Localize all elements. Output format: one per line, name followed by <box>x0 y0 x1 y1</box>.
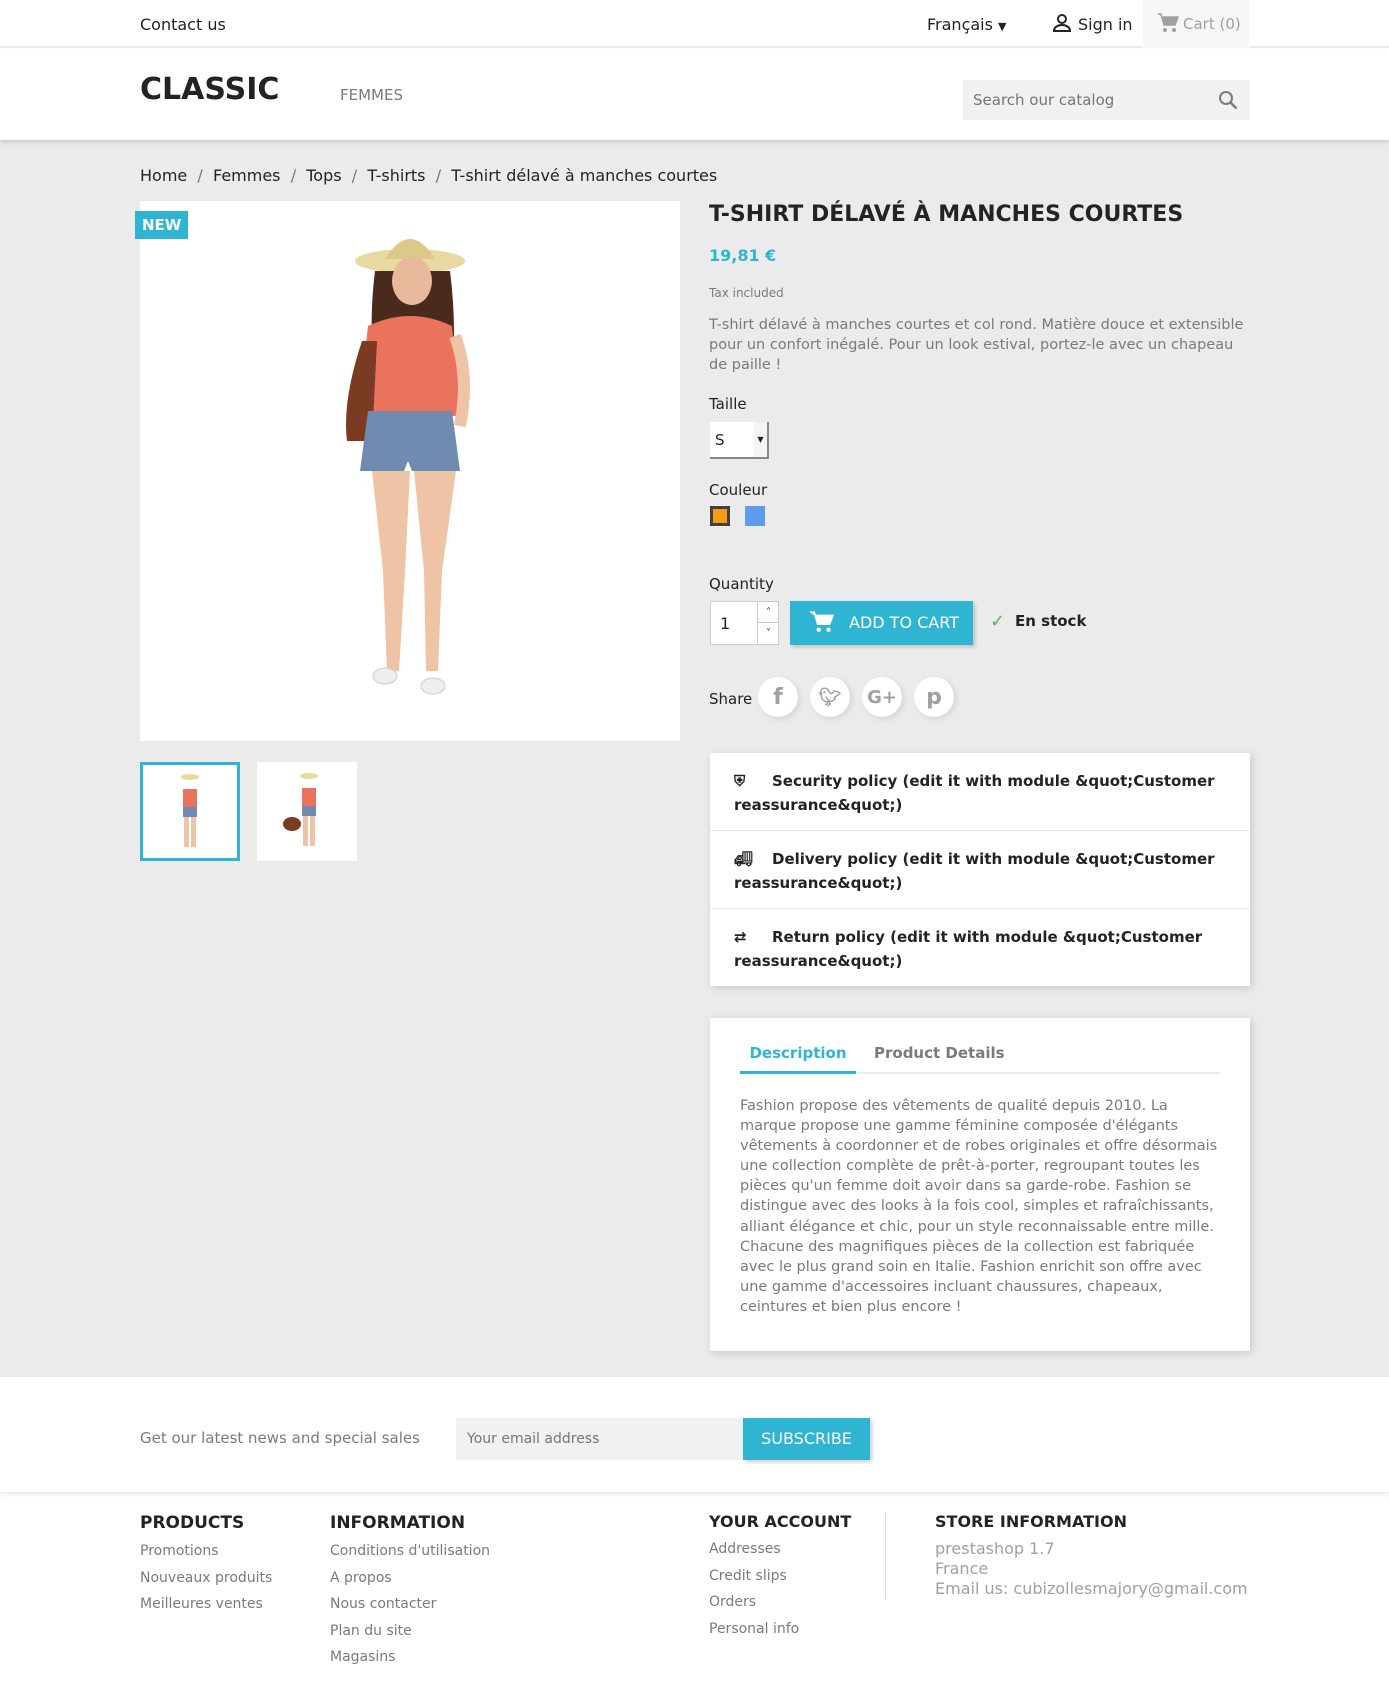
share-label: Share <box>709 690 753 708</box>
facebook-icon: f <box>773 684 783 710</box>
contact-us-link[interactable]: Contact us <box>140 15 226 34</box>
footer-link[interactable]: Personal info <box>709 1621 799 1637</box>
store-country: France <box>935 1559 989 1578</box>
thumbnail-2[interactable] <box>257 762 357 861</box>
user-icon <box>1052 13 1072 37</box>
footer-link[interactable]: Nous contacter <box>330 1596 436 1612</box>
footer-link[interactable]: Conditions d'utilisation <box>330 1543 490 1559</box>
color-swatch-orange[interactable] <box>710 506 730 526</box>
header: CLASSIC FEMMES <box>0 50 1389 140</box>
cart-icon <box>1157 13 1180 37</box>
product-title: T-SHIRT DÉLAVÉ À MANCHES COURTES <box>709 202 1184 227</box>
store-name: prestashop 1.7 <box>935 1539 1055 1558</box>
product-short-description: T-shirt délavé à manches courtes et col … <box>709 317 1244 373</box>
menu-item-femmes[interactable]: FEMMES <box>340 86 403 104</box>
subscribe-button[interactable]: SUBSCRIBE <box>743 1418 870 1460</box>
google-plus-icon: G+ <box>867 686 897 708</box>
footer-link[interactable]: Nouveaux produits <box>140 1570 272 1586</box>
newsletter-block: Get our latest news and special sales SU… <box>0 1377 1389 1493</box>
return-policy: ⇄ Return policy (edit it with module &quo… <box>710 909 1250 987</box>
breadcrumb: Home / Femmes / Tops / T-shirts / T-shir… <box>140 166 718 185</box>
quantity-label: Quantity <box>709 575 774 593</box>
thumbnail-photo <box>181 774 199 847</box>
breadcrumb-tops[interactable]: Tops <box>306 166 341 185</box>
email-input[interactable] <box>456 1418 744 1460</box>
language-label: Français <box>927 15 993 34</box>
footer-link[interactable]: Plan du site <box>330 1623 412 1639</box>
newsletter-text: Get our latest news and special sales <box>140 1429 420 1447</box>
quantity-input[interactable]: 1 <box>720 614 730 633</box>
quantity-stepper[interactable]: 1 ˄ ˅ <box>710 601 779 645</box>
delivery-policy: 🚚︎ Delivery policy (edit it with module &… <box>710 831 1250 909</box>
twitter-icon: 🐦︎ <box>818 686 842 708</box>
new-badge: NEW <box>135 211 189 239</box>
google-plus-share-button[interactable]: G+ <box>862 677 902 717</box>
sign-in-link[interactable]: Sign in <box>1078 15 1133 34</box>
language-selector[interactable]: Français ▼ <box>927 15 1007 34</box>
footer-link[interactable]: A propos <box>330 1570 392 1586</box>
footer-link[interactable]: Magasins <box>330 1649 395 1665</box>
tab-description[interactable]: Description <box>740 1044 856 1074</box>
footer-link[interactable]: Addresses <box>709 1541 781 1557</box>
cart-icon <box>808 611 835 637</box>
store-email[interactable]: Email us: cubizollesmajory@gmail.com <box>935 1579 1248 1598</box>
breadcrumb-home[interactable]: Home <box>140 166 187 185</box>
check-icon: ✓ <box>990 611 1006 632</box>
truck-icon: 🚚︎ <box>734 850 754 868</box>
facebook-share-button[interactable]: f <box>758 677 798 717</box>
divider <box>885 1513 886 1599</box>
tab-product-details[interactable]: Product Details <box>874 1044 1005 1074</box>
security-policy: ⛨ Security policy (edit it with module &q… <box>710 753 1250 831</box>
footer-products-title: PRODUCTS <box>140 1513 245 1533</box>
add-to-cart-button[interactable]: ADD TO CART <box>790 601 973 645</box>
caret-down-icon: ▼ <box>998 20 1007 33</box>
stock-status: En stock <box>1015 612 1087 630</box>
color-swatch-blue[interactable] <box>745 506 765 526</box>
twitter-share-button[interactable]: 🐦︎ <box>810 677 850 717</box>
breadcrumb-femmes[interactable]: Femmes <box>213 166 281 185</box>
color-label: Couleur <box>709 481 768 499</box>
return-policy-text: Return policy (edit it with module &quot… <box>734 928 1203 970</box>
breadcrumb-current: T-shirt délavé à manches courtes <box>451 166 718 185</box>
footer-link[interactable]: Orders <box>709 1594 756 1610</box>
caret-down-icon: ▼ <box>754 422 767 457</box>
pinterest-icon: p <box>926 684 942 710</box>
delivery-policy-text: Delivery policy (edit it with module &qu… <box>734 850 1215 892</box>
search-icon[interactable] <box>1218 90 1238 114</box>
footer-link[interactable]: Credit slips <box>709 1568 787 1584</box>
reassurance-block: ⛨ Security policy (edit it with module &q… <box>710 753 1250 986</box>
logo[interactable]: CLASSIC <box>140 72 279 107</box>
increment-button[interactable]: ˄ <box>757 602 779 623</box>
product-price: 19,81 € <box>709 246 777 265</box>
size-value: S <box>715 431 725 449</box>
search-input[interactable] <box>963 80 1203 120</box>
search-box[interactable] <box>963 80 1250 120</box>
decrement-button[interactable]: ˅ <box>757 623 779 644</box>
footer-link[interactable]: Promotions <box>140 1543 219 1559</box>
product-photo <box>346 239 470 695</box>
product-cover-image[interactable]: NEW <box>135 201 680 741</box>
thumbnail-photo <box>283 773 318 846</box>
shield-icon: ⛨ <box>734 772 746 790</box>
main-content: Home / Femmes / Tops / T-shirts / T-shir… <box>0 140 1389 1377</box>
security-policy-text: Security policy (edit it with module &qu… <box>734 772 1215 814</box>
size-select[interactable]: S ▼ <box>710 422 769 459</box>
description-text: Fashion propose des vêtements de qualité… <box>740 1098 1218 1315</box>
top-nav-bar: Contact us Français ▼ Sign in Cart (0) <box>0 0 1389 48</box>
footer-link[interactable]: Meilleures ventes <box>140 1596 263 1612</box>
breadcrumb-tshirts[interactable]: T-shirts <box>367 166 425 185</box>
cart-label: Cart (0) <box>1183 15 1241 33</box>
size-label: Taille <box>709 395 747 413</box>
cart-button[interactable]: Cart (0) <box>1143 0 1249 48</box>
tax-label: Tax included <box>709 286 784 300</box>
product-tabs: Description Product Details Fashion prop… <box>710 1018 1250 1351</box>
add-to-cart-label: ADD TO CART <box>849 613 959 632</box>
footer-store-title: STORE INFORMATION <box>935 1512 1127 1531</box>
thumbnail-1[interactable] <box>140 762 240 861</box>
footer-information-title: INFORMATION <box>330 1513 466 1533</box>
pinterest-share-button[interactable]: p <box>914 677 954 717</box>
swap-arrows-icon: ⇄ <box>734 928 747 946</box>
footer-account-title[interactable]: YOUR ACCOUNT <box>709 1512 851 1531</box>
